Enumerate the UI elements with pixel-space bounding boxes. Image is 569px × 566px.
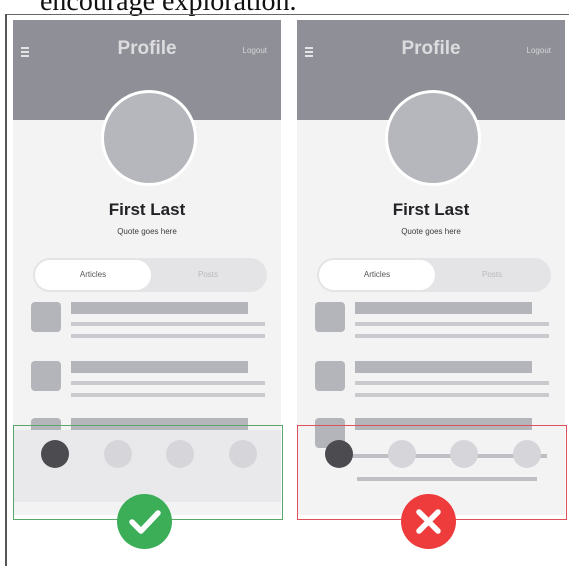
- list-item-title-placeholder: [71, 361, 248, 373]
- list-item[interactable]: [31, 361, 266, 406]
- profile-name: First Last: [392, 200, 470, 219]
- list-item-thumbnail: [315, 302, 345, 332]
- header-title: Profile: [401, 38, 461, 59]
- left-divider: [5, 14, 7, 566]
- caption-text: encourage exploration.: [40, 0, 297, 17]
- top-divider: [5, 14, 569, 15]
- tab-posts[interactable]: Posts: [151, 260, 265, 290]
- checkmark-icon: [117, 494, 172, 549]
- cross-icon: [401, 494, 456, 549]
- tab-switcher: Articles Posts: [33, 258, 267, 292]
- list-item-thumbnail: [31, 361, 61, 391]
- avatar: [385, 90, 481, 186]
- list-item-text-placeholder: [355, 381, 549, 385]
- profile-quote: Quote goes here: [117, 227, 177, 236]
- tab-articles[interactable]: Articles: [319, 260, 435, 290]
- list-item[interactable]: [315, 361, 550, 406]
- list-item-thumbnail: [31, 302, 61, 332]
- list-item-text-placeholder: [355, 334, 549, 338]
- list-item-text-placeholder: [71, 334, 265, 338]
- tab-articles[interactable]: Articles: [35, 260, 151, 290]
- list-item-text-placeholder: [355, 393, 549, 397]
- list-item[interactable]: [31, 302, 266, 347]
- list-item-text-placeholder: [355, 322, 549, 326]
- list-item-thumbnail: [315, 361, 345, 391]
- list-item-title-placeholder: [71, 302, 248, 314]
- logout-link[interactable]: Logout: [243, 46, 267, 55]
- list-item-text-placeholder: [71, 393, 265, 397]
- avatar: [101, 90, 197, 186]
- list-item-title-placeholder: [355, 361, 532, 373]
- tab-switcher: Articles Posts: [317, 258, 551, 292]
- list-item-text-placeholder: [71, 381, 265, 385]
- profile-quote: Quote goes here: [401, 227, 461, 236]
- list-item-text-placeholder: [71, 322, 265, 326]
- header-title: Profile: [117, 38, 177, 59]
- tab-posts[interactable]: Posts: [435, 260, 549, 290]
- logout-link[interactable]: Logout: [527, 46, 551, 55]
- list-item[interactable]: [315, 302, 550, 347]
- list-item-title-placeholder: [355, 302, 532, 314]
- profile-name: First Last: [108, 200, 186, 219]
